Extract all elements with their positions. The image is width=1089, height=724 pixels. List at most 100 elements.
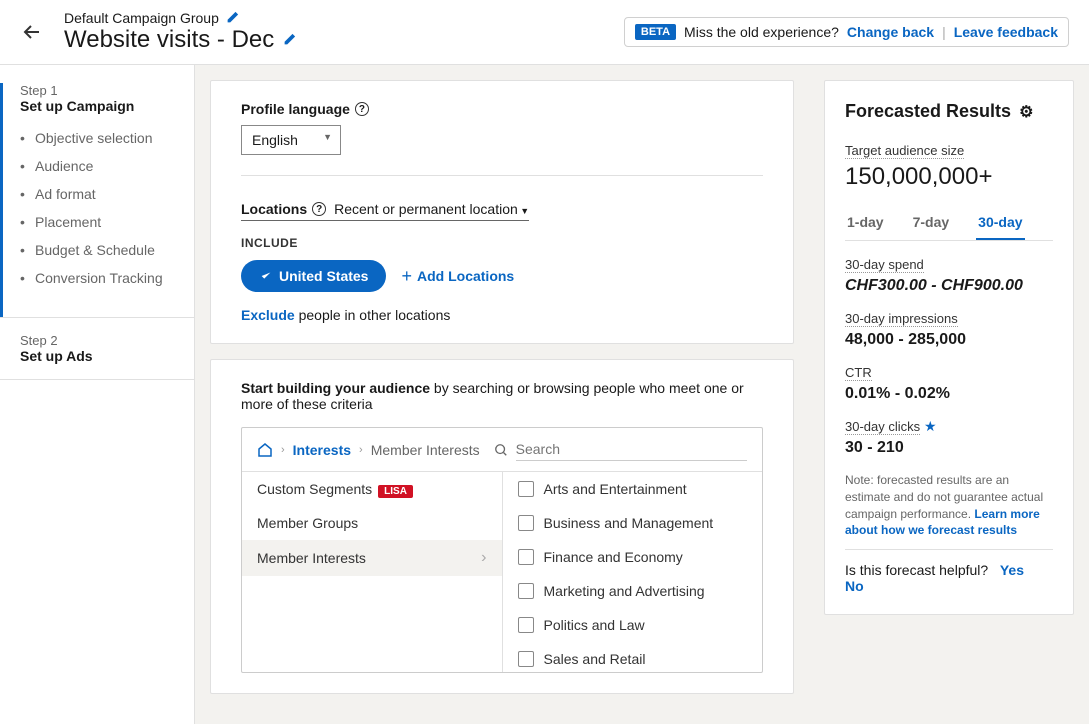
breadcrumb-interests[interactable]: Interests: [293, 442, 351, 458]
tab-7day[interactable]: 7-day: [911, 206, 952, 240]
interest-option[interactable]: Arts and Entertainment: [503, 472, 763, 506]
substep-item[interactable]: Budget & Schedule: [20, 236, 174, 264]
title-group: Default Campaign Group Website visits - …: [64, 10, 296, 54]
forecast-tabs: 1-day 7-day 30-day: [845, 206, 1053, 241]
checkbox[interactable]: [518, 481, 534, 497]
forecast-title: Forecasted Results ⚙: [845, 101, 1053, 122]
substep-item[interactable]: Audience: [20, 152, 174, 180]
interest-option[interactable]: Sales and Retail: [503, 642, 763, 672]
item-text: Member Groups: [257, 515, 358, 531]
change-back-link[interactable]: Change back: [847, 24, 934, 40]
feedback-no[interactable]: No: [845, 578, 864, 594]
audience-intro: Start building your audience by searchin…: [241, 380, 763, 412]
feedback-yes[interactable]: Yes: [1000, 562, 1024, 578]
label-text: Locations: [241, 201, 307, 217]
page-header: Default Campaign Group Website visits - …: [0, 0, 1089, 65]
impressions-metric: 30-day impressions 48,000 - 285,000: [845, 310, 1053, 349]
add-text: Add Locations: [417, 268, 514, 284]
pencil-icon[interactable]: [282, 33, 296, 47]
step-1[interactable]: Step 1 Set up Campaign Objective selecti…: [0, 83, 194, 317]
interest-option[interactable]: Politics and Law: [503, 608, 763, 642]
browse-right-column: Arts and Entertainment Business and Mana…: [503, 472, 763, 672]
browse-left-column: Custom SegmentsLISA Member Groups Member…: [242, 472, 503, 672]
tab-1day[interactable]: 1-day: [845, 206, 886, 240]
checkbox[interactable]: [518, 515, 534, 531]
browse-header: › Interests › Member Interests: [242, 428, 762, 472]
item-text: Member Interests: [257, 550, 366, 566]
gear-icon[interactable]: ⚙: [1019, 102, 1033, 122]
location-pills: United States + Add Locations: [241, 260, 763, 292]
checkbox[interactable]: [518, 651, 534, 667]
add-locations-button[interactable]: + Add Locations: [401, 266, 514, 287]
clicks-metric: 30-day clicks ★ 30 - 210: [845, 418, 1053, 457]
metric-value: 48,000 - 285,000: [845, 331, 1053, 349]
checkbox[interactable]: [518, 583, 534, 599]
option-text: Sales and Retail: [544, 651, 646, 667]
pencil-icon[interactable]: [225, 11, 239, 25]
interest-option[interactable]: Marketing and Advertising: [503, 574, 763, 608]
substep-item[interactable]: Conversion Tracking: [20, 264, 174, 292]
home-icon[interactable]: [257, 442, 273, 458]
profile-language-select[interactable]: English: [241, 125, 341, 155]
tab-30day[interactable]: 30-day: [976, 206, 1024, 240]
option-text: Business and Management: [544, 515, 714, 531]
browse-item-member-groups[interactable]: Member Groups: [242, 506, 502, 540]
substep-item[interactable]: Objective selection: [20, 124, 174, 152]
interest-option[interactable]: Finance and Economy: [503, 540, 763, 574]
plus-icon: +: [401, 266, 412, 287]
option-text: Arts and Entertainment: [544, 481, 687, 497]
forecast-panel: Forecasted Results ⚙ Target audience siz…: [809, 65, 1089, 724]
breadcrumb-text: Default Campaign Group: [64, 10, 219, 26]
exclude-link[interactable]: Exclude: [241, 307, 295, 323]
header-right: BETA Miss the old experience? Change bac…: [624, 17, 1069, 47]
browse-item-custom-segments[interactable]: Custom SegmentsLISA: [242, 472, 502, 506]
option-text: Finance and Economy: [544, 549, 683, 565]
checkbox[interactable]: [518, 617, 534, 633]
option-text: Marketing and Advertising: [544, 583, 705, 599]
exclude-row: Exclude people in other locations: [241, 307, 763, 323]
divider: |: [942, 24, 946, 40]
check-icon: [259, 269, 273, 283]
metric-value: CHF300.00 - CHF900.00: [845, 277, 1053, 295]
step-2[interactable]: Step 2 Set up Ads: [0, 333, 194, 379]
location-pill[interactable]: United States: [241, 260, 386, 292]
divider: [241, 175, 763, 176]
audience-card: Profile language ? English Locations ? R…: [210, 80, 794, 344]
substep-item[interactable]: Ad format: [20, 180, 174, 208]
option-text: Politics and Law: [544, 617, 645, 633]
main-layout: Step 1 Set up Campaign Objective selecti…: [0, 65, 1089, 724]
browse-body: Custom SegmentsLISA Member Groups Member…: [242, 472, 762, 672]
feedback-row: Is this forecast helpful? Yes No: [845, 549, 1053, 594]
content-area: Profile language ? English Locations ? R…: [195, 65, 809, 724]
page-title: Website visits - Dec: [64, 26, 296, 54]
chevron-right-icon: ›: [281, 444, 285, 456]
header-left: Default Campaign Group Website visits - …: [20, 10, 296, 54]
breadcrumb: Default Campaign Group: [64, 10, 296, 26]
browse-item-member-interests[interactable]: Member Interests ›: [242, 540, 502, 576]
breadcrumb-current: Member Interests: [371, 442, 480, 458]
beta-badge: BETA: [635, 24, 676, 40]
step-title: Set up Ads: [20, 348, 174, 364]
step-title: Set up Campaign: [20, 98, 174, 114]
label-text: Profile language: [241, 101, 350, 117]
lisa-badge: LISA: [378, 485, 413, 498]
leave-feedback-link[interactable]: Leave feedback: [954, 24, 1058, 40]
step-number: Step 1: [20, 83, 174, 98]
help-icon[interactable]: ?: [355, 102, 369, 116]
chevron-right-icon: ›: [481, 549, 486, 567]
checkbox[interactable]: [518, 549, 534, 565]
help-icon[interactable]: ?: [312, 202, 326, 216]
step-number: Step 2: [20, 333, 174, 348]
substeps-list: Objective selection Audience Ad format P…: [20, 114, 174, 302]
metric-label: 30-day spend: [845, 257, 924, 273]
search-input[interactable]: [516, 438, 747, 461]
forecast-note: Note: forecasted results are an estimate…: [845, 472, 1053, 539]
substep-item[interactable]: Placement: [20, 208, 174, 236]
location-scope-dropdown[interactable]: Recent or permanent location: [334, 201, 529, 217]
page-title-text: Website visits - Dec: [64, 26, 274, 54]
locations-label: Locations ?: [241, 201, 326, 217]
back-arrow-icon[interactable]: [20, 20, 44, 44]
sidebar: Step 1 Set up Campaign Objective selecti…: [0, 65, 195, 724]
interest-option[interactable]: Business and Management: [503, 506, 763, 540]
exclude-rest: people in other locations: [299, 307, 451, 323]
